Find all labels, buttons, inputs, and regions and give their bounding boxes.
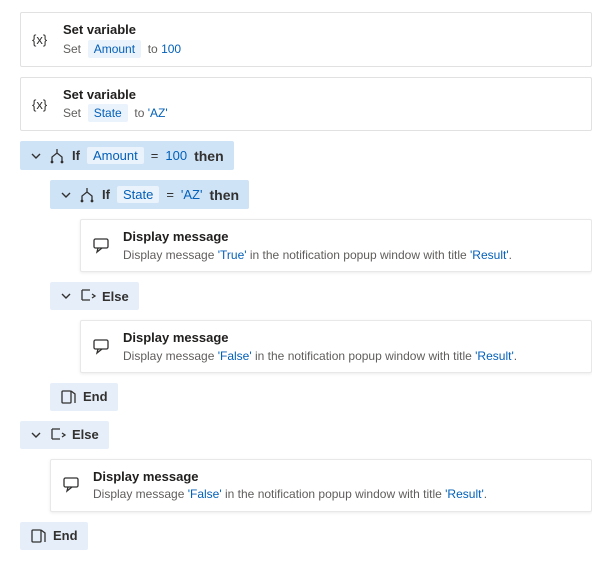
step-subtitle: Display message 'True' in the notificati… (123, 247, 581, 263)
step-set-variable-state[interactable]: Set variable Set State to 'AZ' (20, 77, 592, 132)
step-display-message-false-outer[interactable]: Display message Display message 'False' … (50, 459, 592, 512)
variable-token: State (88, 104, 128, 122)
step-set-variable-amount[interactable]: Set variable Set Amount to 100 (20, 12, 592, 67)
step-subtitle: Display message 'False' in the notificat… (93, 486, 581, 502)
message-icon (91, 237, 113, 255)
then-keyword: then (194, 148, 224, 164)
step-end-inner[interactable]: End (50, 383, 592, 411)
if-keyword: If (72, 148, 80, 163)
operator: = (151, 148, 159, 163)
variable-icon (31, 31, 53, 47)
value-token: 'AZ' (148, 106, 168, 120)
value-token: 100 (161, 42, 181, 56)
step-title: Display message (123, 228, 581, 246)
else-icon (49, 427, 65, 443)
end-icon (30, 528, 46, 544)
step-body: Display message Display message 'False' … (93, 468, 581, 503)
message-icon (61, 476, 83, 494)
end-keyword: End (53, 528, 78, 543)
branch-icon (49, 148, 65, 164)
end-icon (60, 389, 76, 405)
step-else-inner[interactable]: Else (50, 282, 592, 310)
chevron-down-icon[interactable] (30, 429, 42, 441)
step-title: Set variable (63, 21, 581, 39)
variable-token: Amount (88, 40, 141, 58)
step-title: Set variable (63, 86, 581, 104)
else-keyword: Else (72, 427, 99, 442)
step-title: Display message (123, 329, 581, 347)
variable-icon (31, 96, 53, 112)
chevron-down-icon[interactable] (60, 290, 72, 302)
step-body: Display message Display message 'True' i… (123, 228, 581, 263)
message-icon (91, 338, 113, 356)
value-token: 'AZ' (181, 187, 203, 202)
operator: = (166, 187, 174, 202)
value-token: 100 (165, 148, 187, 163)
step-subtitle: Display message 'False' in the notificat… (123, 348, 581, 364)
step-body: Display message Display message 'False' … (123, 329, 581, 364)
chevron-down-icon[interactable] (30, 150, 42, 162)
variable-token: State (117, 186, 159, 203)
step-subtitle: Set Amount to 100 (63, 40, 581, 58)
else-keyword: Else (102, 289, 129, 304)
chevron-down-icon[interactable] (60, 189, 72, 201)
step-if-outer[interactable]: If Amount = 100 then (20, 141, 592, 170)
end-keyword: End (83, 389, 108, 404)
step-title: Display message (93, 468, 581, 486)
variable-token: Amount (87, 147, 144, 164)
step-if-inner[interactable]: If State = 'AZ' then (50, 180, 592, 209)
step-body: Set variable Set Amount to 100 (63, 21, 581, 58)
step-body: Set variable Set State to 'AZ' (63, 86, 581, 123)
step-display-message-false-inner[interactable]: Display message Display message 'False' … (80, 320, 592, 373)
branch-icon (79, 187, 95, 203)
else-icon (79, 288, 95, 304)
if-keyword: If (102, 187, 110, 202)
step-subtitle: Set State to 'AZ' (63, 104, 581, 122)
then-keyword: then (209, 187, 239, 203)
step-end-outer[interactable]: End (20, 522, 592, 550)
step-else-outer[interactable]: Else (20, 421, 592, 449)
step-display-message-true[interactable]: Display message Display message 'True' i… (80, 219, 592, 272)
